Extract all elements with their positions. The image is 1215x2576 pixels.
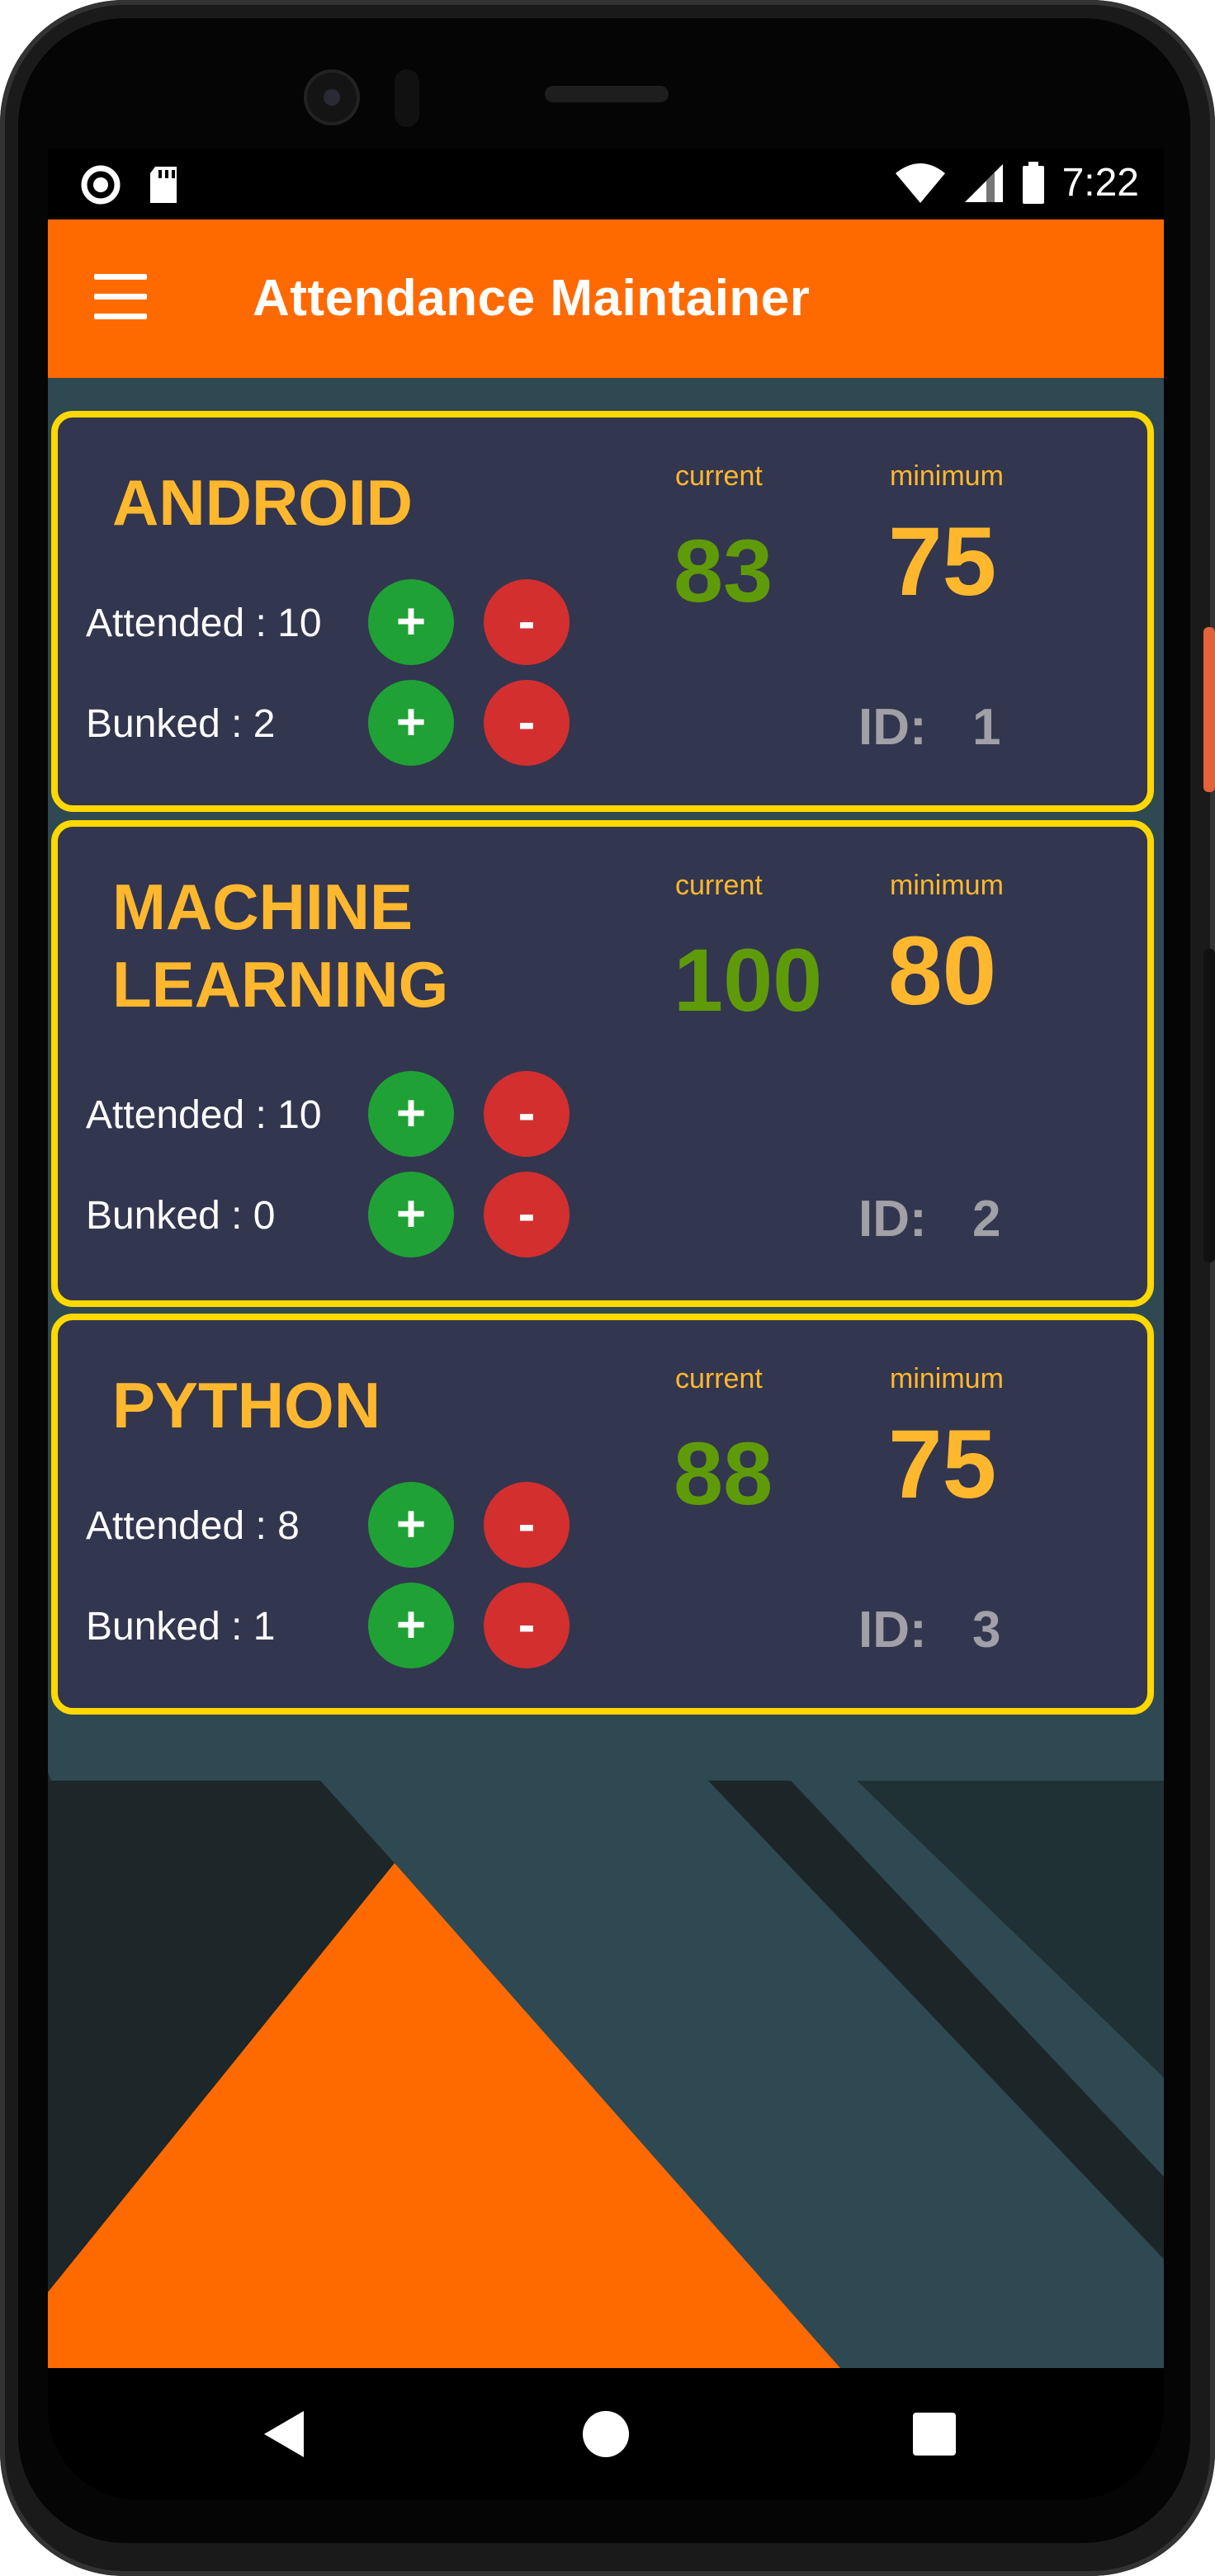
app-screen: 7:22 Attendance Maintainer ANDROID Atten… xyxy=(48,149,1164,2368)
earpiece-speaker xyxy=(545,86,669,102)
recents-square-icon[interactable] xyxy=(901,2401,967,2467)
current-percentage: 100 xyxy=(674,930,823,1030)
app-toolbar: Attendance Maintainer xyxy=(48,219,1164,378)
minimum-percentage: 75 xyxy=(888,1410,997,1519)
attended-count: Attended : 10 xyxy=(86,1093,322,1137)
status-left-icons xyxy=(81,165,180,205)
id-label: ID: xyxy=(858,1191,927,1248)
front-camera xyxy=(307,73,357,122)
current-label: current xyxy=(675,870,763,901)
attended-decrement-button[interactable]: - xyxy=(484,1071,570,1157)
bunked-count: Bunked : 2 xyxy=(86,702,276,746)
subject-name-line2: LEARNING xyxy=(112,948,449,1021)
subject-id: 3 xyxy=(972,1602,1001,1658)
subject-id: 1 xyxy=(972,699,1001,756)
minimum-label: minimum xyxy=(890,460,1004,492)
attended-increment-button[interactable]: + xyxy=(368,1071,454,1157)
minimum-percentage: 75 xyxy=(888,507,997,616)
bunked-decrement-button[interactable]: - xyxy=(484,1583,570,1668)
subject-card-android[interactable]: ANDROID Attended : 10 + - Bunked : 2 + -… xyxy=(51,411,1154,812)
subject-name: ANDROID xyxy=(112,466,413,539)
attended-increment-button[interactable]: + xyxy=(368,1482,454,1568)
id-label: ID: xyxy=(858,1602,927,1658)
bunked-increment-button[interactable]: + xyxy=(368,1172,454,1257)
bunked-count: Bunked : 1 xyxy=(86,1605,276,1649)
minimum-label: minimum xyxy=(890,870,1004,901)
minimum-label: minimum xyxy=(890,1363,1004,1394)
current-percentage: 83 xyxy=(674,521,773,620)
attended-decrement-button[interactable]: - xyxy=(484,579,570,665)
attended-increment-button[interactable]: + xyxy=(368,579,454,665)
system-navigation-bar xyxy=(48,2368,1164,2500)
wifi-icon xyxy=(895,163,945,203)
back-triangle-icon[interactable] xyxy=(253,2401,319,2467)
sd-card-icon xyxy=(150,167,177,203)
current-label: current xyxy=(675,460,763,492)
battery-icon xyxy=(1022,161,1044,204)
status-bar: 7:22 xyxy=(48,149,1164,219)
hamburger-menu-icon[interactable] xyxy=(94,271,147,323)
app-title: Attendance Maintainer xyxy=(253,270,811,327)
subject-name: PYTHON xyxy=(112,1369,381,1441)
bunked-count: Bunked : 0 xyxy=(86,1194,276,1238)
bunked-increment-button[interactable]: + xyxy=(368,680,454,766)
minimum-percentage: 80 xyxy=(888,917,997,1026)
attended-count: Attended : 8 xyxy=(86,1504,300,1548)
bunked-decrement-button[interactable]: - xyxy=(484,680,570,766)
subject-card-python[interactable]: PYTHON Attended : 8 + - Bunked : 1 + - c… xyxy=(51,1314,1154,1715)
bunked-increment-button[interactable]: + xyxy=(368,1583,454,1668)
clock-time: 7:22 xyxy=(1061,161,1139,205)
attended-count: Attended : 10 xyxy=(86,602,322,645)
bunked-decrement-button[interactable]: - xyxy=(484,1172,570,1257)
subject-name-line1: MACHINE xyxy=(112,870,413,943)
status-right-icons: 7:22 xyxy=(894,160,1139,205)
sync-circle-icon xyxy=(81,165,121,205)
cell-signal-icon xyxy=(964,163,1003,202)
attended-decrement-button[interactable]: - xyxy=(484,1482,570,1568)
home-circle-icon[interactable] xyxy=(573,2401,639,2467)
id-label: ID: xyxy=(858,699,927,756)
volume-button xyxy=(1203,949,1215,1262)
current-percentage: 88 xyxy=(674,1423,773,1523)
proximity-sensor xyxy=(395,69,419,127)
subject-id: 2 xyxy=(972,1191,1001,1248)
power-button xyxy=(1203,627,1215,792)
current-label: current xyxy=(675,1363,763,1394)
subject-card-machine-learning[interactable]: MACHINE LEARNING Attended : 10 + - Bunke… xyxy=(51,820,1154,1307)
